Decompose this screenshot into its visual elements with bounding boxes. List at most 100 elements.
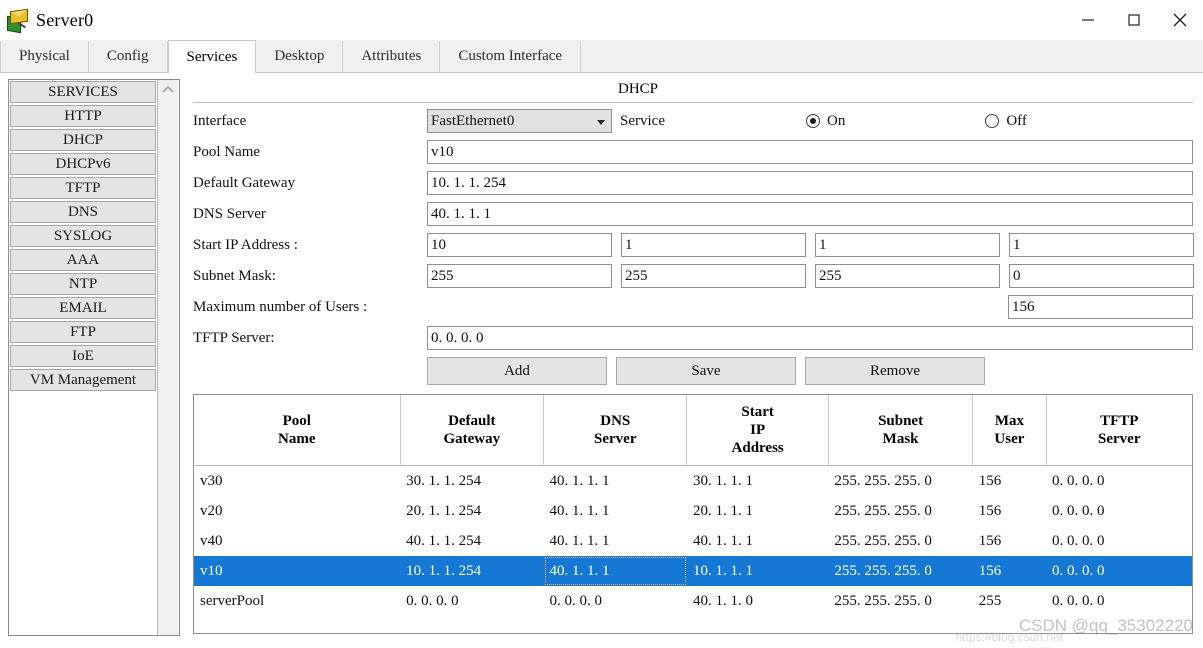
sidebar-item-dhcp[interactable]: DHCP	[10, 129, 156, 151]
sidebar-item-tftp[interactable]: TFTP	[10, 177, 156, 199]
tab-physical[interactable]: Physical	[0, 41, 89, 72]
cell-max-user: 156	[978, 532, 1002, 549]
dns-server-input[interactable]: 40. 1. 1. 1	[427, 202, 1193, 226]
minimize-button[interactable]	[1065, 0, 1111, 40]
row-interface: Interface FastEthernet0 Service On Off	[193, 109, 1193, 133]
start-ip-octet-3[interactable]: 1	[815, 233, 1000, 257]
pool-name-input[interactable]: v10	[427, 140, 1193, 164]
sidebar-scrollbar[interactable]	[157, 80, 178, 635]
col-header-subnet-mask[interactable]: Subnet Mask	[828, 395, 974, 466]
table-row-selected[interactable]: v10 10. 1. 1. 254 40. 1. 1. 1 10. 1. 1. …	[194, 556, 1192, 586]
start-ip-octet-2[interactable]: 1	[621, 233, 806, 257]
row-pool-name: Pool Name v10	[193, 140, 1193, 164]
col-header-tftp-server-l2: Server	[1098, 431, 1141, 447]
col-header-default-gateway-l2: Gateway	[443, 431, 501, 447]
cell-default-gateway: 40. 1. 1. 254	[406, 532, 482, 549]
sidebar-item-http[interactable]: HTTP	[10, 105, 156, 127]
sidebar-item-services[interactable]: SERVICES	[10, 81, 156, 103]
cell-start-ip: 40. 1. 1. 0	[692, 592, 753, 609]
service-off-radio[interactable]: Off	[985, 113, 1027, 130]
dhcp-form: Interface FastEthernet0 Service On Off P…	[193, 109, 1194, 385]
sidebar-item-dhcpv6[interactable]: DHCPv6	[10, 153, 156, 175]
row-tftp-server: TFTP Server: 0. 0. 0. 0	[193, 326, 1193, 350]
col-header-default-gateway[interactable]: Default Gateway	[400, 395, 545, 466]
dns-server-label: DNS Server	[193, 205, 266, 222]
col-header-tftp-server[interactable]: TFTP Server	[1046, 395, 1192, 466]
cell-max-user: 156	[972, 556, 1047, 586]
tab-config[interactable]: Config	[88, 41, 168, 72]
sidebar-item-vm-management[interactable]: VM Management	[10, 369, 156, 391]
subnet-mask-octet-2[interactable]: 255	[621, 264, 806, 288]
maximize-button[interactable]	[1111, 0, 1157, 40]
cell-default-gateway: 20. 1. 1. 254	[406, 502, 482, 519]
max-users-input[interactable]: 156	[1008, 295, 1193, 319]
tab-desktop[interactable]: Desktop	[256, 41, 344, 72]
col-header-dns-server-l2: Server	[594, 431, 637, 447]
dhcp-pool-table-container[interactable]: Pool Name Default Gateway DNS Server Start I…	[193, 394, 1193, 634]
cell-start-ip: 10. 1. 1. 1	[686, 556, 829, 586]
dhcp-pool-table: Pool Name Default Gateway DNS Server Start I…	[194, 395, 1192, 616]
sidebar-item-ntp[interactable]: NTP	[10, 273, 156, 295]
subnet-mask-octet-3[interactable]: 255	[815, 264, 1000, 288]
service-on-radio[interactable]: On	[806, 113, 845, 130]
tab-services[interactable]: Services	[167, 40, 257, 73]
col-header-dns-server[interactable]: DNS Server	[543, 395, 688, 466]
tftp-server-input[interactable]: 0. 0. 0. 0	[427, 326, 1193, 350]
col-header-max-user[interactable]: Max User	[972, 395, 1047, 466]
sidebar-item-email[interactable]: EMAIL	[10, 297, 156, 319]
cell-pool-name: v20	[200, 502, 223, 519]
radio-on-indicator	[806, 114, 820, 128]
sidebar-item-ioe[interactable]: IoE	[10, 345, 156, 367]
subnet-mask-octet-1[interactable]: 255	[427, 264, 612, 288]
cell-start-ip: 30. 1. 1. 1	[692, 472, 753, 489]
tab-attributes[interactable]: Attributes	[343, 41, 441, 72]
sidebar-item-ftp[interactable]: FTP	[10, 321, 156, 343]
table-head: Pool Name Default Gateway DNS Server Start I…	[194, 395, 1192, 466]
col-header-start-ip-address[interactable]: Start IP Address	[686, 395, 829, 466]
tab-custom-interface[interactable]: Custom Interface	[440, 41, 582, 72]
cell-subnet-mask: 255. 255. 255. 0	[834, 592, 932, 609]
panel-title: DHCP	[617, 81, 658, 97]
cell-pool-name: serverPool	[200, 592, 265, 609]
table-row[interactable]: serverPool 0. 0. 0. 0 0. 0. 0. 0 40. 1. …	[194, 586, 1192, 616]
table-row[interactable]: v30 30. 1. 1. 254 40. 1. 1. 1 30. 1. 1. …	[194, 466, 1192, 497]
table-row[interactable]: v40 40. 1. 1. 254 40. 1. 1. 1 40. 1. 1. …	[194, 526, 1192, 556]
sidebar-item-aaa[interactable]: AAA	[10, 249, 156, 271]
action-buttons: Add Save Remove	[427, 357, 1193, 385]
sidebar-item-syslog[interactable]: SYSLOG	[10, 225, 156, 247]
default-gateway-input[interactable]: 10. 1. 1. 254	[427, 171, 1193, 195]
row-max-users: Maximum number of Users : 156	[193, 295, 1193, 319]
chevron-down-icon	[597, 120, 605, 125]
col-header-start-ip-l3: Address	[731, 440, 784, 456]
cell-tftp-server: 0. 0. 0. 0	[1052, 472, 1105, 489]
remove-button[interactable]: Remove	[805, 357, 985, 385]
cell-default-gateway: 10. 1. 1. 254	[400, 556, 544, 586]
save-button[interactable]: Save	[616, 357, 796, 385]
pool-name-label: Pool Name	[193, 143, 261, 160]
cell-default-gateway: 30. 1. 1. 254	[406, 472, 482, 489]
col-header-pool-name-l2: Name	[278, 431, 316, 447]
col-header-dns-server-l1: DNS	[600, 413, 631, 429]
interface-dropdown[interactable]: FastEthernet0	[427, 109, 612, 133]
subnet-mask-octet-4[interactable]: 0	[1009, 264, 1194, 288]
col-header-start-ip-l2: IP	[750, 422, 766, 438]
start-ip-octet-1[interactable]: 10	[427, 233, 612, 257]
service-off-label: Off	[1006, 112, 1027, 129]
close-button[interactable]	[1157, 0, 1203, 40]
col-header-max-user-l1: Max	[994, 413, 1024, 429]
cell-subnet-mask: 255. 255. 255. 0	[834, 472, 932, 489]
default-gateway-label: Default Gateway	[193, 174, 296, 191]
start-ip-octet-4[interactable]: 1	[1009, 233, 1194, 257]
col-header-start-ip-l1: Start	[741, 404, 774, 420]
cell-dns-server: 40. 1. 1. 1	[549, 532, 610, 549]
title-divider	[193, 102, 1193, 103]
table-row[interactable]: v20 20. 1. 1. 254 40. 1. 1. 1 20. 1. 1. …	[194, 496, 1192, 526]
row-start-ip: Start IP Address : 10 1 1 1	[193, 233, 1194, 257]
sidebar-item-dns[interactable]: DNS	[10, 201, 156, 223]
chevron-up-icon[interactable]	[158, 84, 178, 96]
col-header-pool-name-l1: Pool	[282, 413, 311, 429]
row-subnet-mask: Subnet Mask: 255 255 255 0	[193, 264, 1194, 288]
radio-off-indicator	[985, 114, 1000, 128]
add-button[interactable]: Add	[427, 357, 607, 385]
col-header-pool-name[interactable]: Pool Name	[194, 395, 401, 466]
